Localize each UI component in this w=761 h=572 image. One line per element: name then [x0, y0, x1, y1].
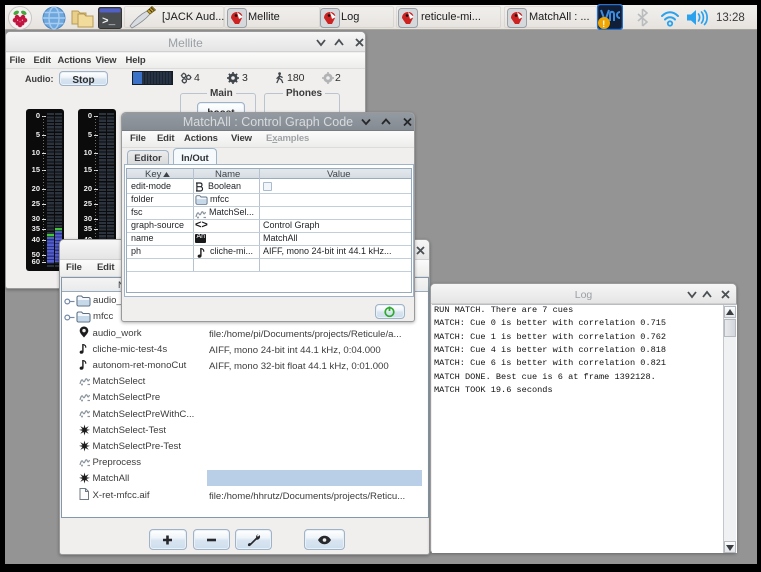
svg-text:!: !: [602, 19, 605, 29]
svg-text:>_: >_: [102, 16, 116, 28]
